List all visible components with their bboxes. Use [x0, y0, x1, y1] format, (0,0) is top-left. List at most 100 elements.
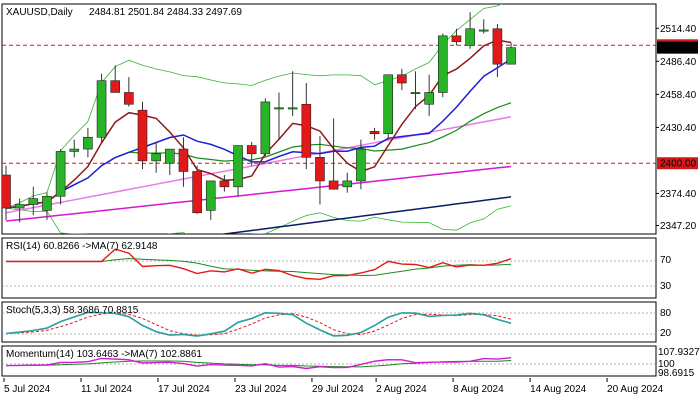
- candle: [219, 175, 230, 192]
- candle-body-bear: [192, 171, 202, 214]
- candle: [424, 74, 434, 117]
- price-series-layer: [2, 4, 656, 234]
- stoch-tick-80: 80: [660, 308, 672, 319]
- candle-body-bear: [369, 131, 380, 135]
- date-tick-label: 20 Aug 2024: [607, 384, 664, 395]
- date-tick-label: 8 Aug 2024: [453, 384, 504, 395]
- candle: [315, 136, 325, 205]
- candle-body-bull: [437, 35, 448, 93]
- date-axis: 5 Jul 2024 11 Jul 2024 17 Jul 2024 23 Jul 2…: [3, 378, 664, 395]
- candle: [233, 145, 243, 197]
- ma-magenta-line: [5, 165, 512, 222]
- chart-window: XAUUSD,Daily 2484.81 2501.84 2484.33 249…: [0, 0, 700, 400]
- candle-body-bull: [96, 80, 107, 138]
- date-tick-label: 29 Jul 2024: [312, 384, 364, 395]
- candle: [328, 118, 339, 190]
- date-tick-label: 23 Jul 2024: [235, 384, 287, 395]
- candle: [465, 12, 475, 49]
- main-y-tick-label: 2486.40: [660, 57, 697, 68]
- candle-body-bear: [219, 180, 230, 188]
- momentum-tick-bottom: 98.6915: [658, 368, 695, 379]
- rsi-title: RSI(14) 60.8266 ->MA(7) 62.9148: [6, 241, 158, 252]
- date-tick-label: 11 Jul 2024: [81, 384, 132, 395]
- candle-body-bull: [42, 195, 52, 211]
- candle-body-bull: [383, 74, 394, 135]
- candle: [192, 165, 202, 214]
- date-tick-label: 14 Aug 2024: [530, 384, 587, 395]
- candle: [69, 139, 80, 158]
- candle: [437, 33, 448, 98]
- momentum-title: Momentum(14) 103.6463 ->MA(7) 102.8861: [6, 349, 202, 360]
- candle-body-bull: [260, 101, 271, 155]
- ma-brown-line: [5, 39, 512, 209]
- candle-body-bull: [205, 180, 216, 211]
- candle: [96, 73, 107, 142]
- candle: [260, 98, 271, 157]
- candle-body-bear: [492, 28, 503, 65]
- candle-body-bull: [356, 148, 366, 182]
- candle-body-bull: [410, 92, 421, 94]
- rsi-tick-30: 30: [660, 281, 672, 292]
- main-y-tick-label: 2514.40: [660, 24, 697, 35]
- candle: [397, 68, 407, 91]
- candle-body-bull: [69, 148, 80, 152]
- candle: [83, 127, 93, 158]
- candle-body-bull: [342, 180, 353, 188]
- candle-body-bull: [465, 28, 475, 46]
- candle: [287, 71, 298, 117]
- candle: [274, 92, 284, 140]
- stoch-series-layer: [2, 311, 656, 337]
- candle: [506, 42, 516, 65]
- main-y-axis: 2514.40 2486.40 2458.40 2430.40 2374.40 2347.…: [656, 24, 698, 232]
- candle: [124, 77, 134, 107]
- candle-body-bull: [28, 198, 39, 205]
- ma-green-line: [5, 102, 512, 209]
- candle-body-bull: [83, 136, 93, 150]
- candle: [110, 65, 120, 93]
- ma-blue-line: [5, 58, 512, 209]
- candle: [205, 180, 216, 220]
- candle-body-bear: [124, 92, 134, 105]
- candle-body-bull: [424, 92, 434, 105]
- candle-body-bear: [2, 174, 11, 209]
- momentum-tick-top: 107.9327: [658, 347, 700, 358]
- candle-body-bear: [328, 180, 339, 190]
- candle-body-bear: [137, 109, 148, 162]
- candle-body-bear: [451, 35, 462, 43]
- bollinger-upper-line: [5, 4, 503, 209]
- candle: [151, 142, 161, 173]
- main-y-tick-label: 2374.40: [660, 189, 697, 200]
- main-ohlc: 2484.81 2501.84 2484.33 2497.69: [89, 7, 242, 18]
- current-price-label: 2497.69: [660, 43, 697, 54]
- candle-body-bear: [397, 74, 407, 84]
- candle-body-bull: [506, 47, 516, 65]
- stoch-title: Stoch(5,3,3) 58.3686 70.8815: [6, 305, 139, 316]
- candle: [478, 19, 489, 34]
- rsi-line: [6, 248, 512, 281]
- candle: [137, 101, 148, 170]
- candle: [55, 149, 66, 205]
- ma-navy-line: [218, 196, 512, 234]
- main-y-tick-label: 2347.20: [660, 221, 697, 232]
- main-y-tick-label: 2430.40: [660, 123, 697, 134]
- date-tick-label: 2 Aug 2024: [376, 384, 427, 395]
- candle: [369, 127, 380, 140]
- stoch-main-line: [5, 311, 512, 337]
- candle-body-bull: [165, 148, 175, 164]
- candle: [165, 148, 175, 176]
- candle: [342, 172, 353, 193]
- candle-body-bear: [178, 148, 189, 172]
- date-tick-label: 17 Jul 2024: [158, 384, 210, 395]
- candle-body-bear: [110, 80, 120, 93]
- level-label: 2400.00: [660, 159, 697, 170]
- candle-body-bull: [151, 153, 161, 162]
- candle: [451, 28, 462, 46]
- main-title: XAUUSD,Daily: [6, 7, 73, 18]
- date-tick-label: 5 Jul 2024: [4, 384, 51, 395]
- rsi-tick-70: 70: [660, 255, 672, 266]
- candle-body-bull: [287, 107, 298, 110]
- candle: [301, 83, 312, 170]
- main-y-tick-label: 2458.40: [660, 90, 697, 101]
- candle-body-bull: [55, 151, 66, 197]
- candle-body-bear: [246, 145, 257, 155]
